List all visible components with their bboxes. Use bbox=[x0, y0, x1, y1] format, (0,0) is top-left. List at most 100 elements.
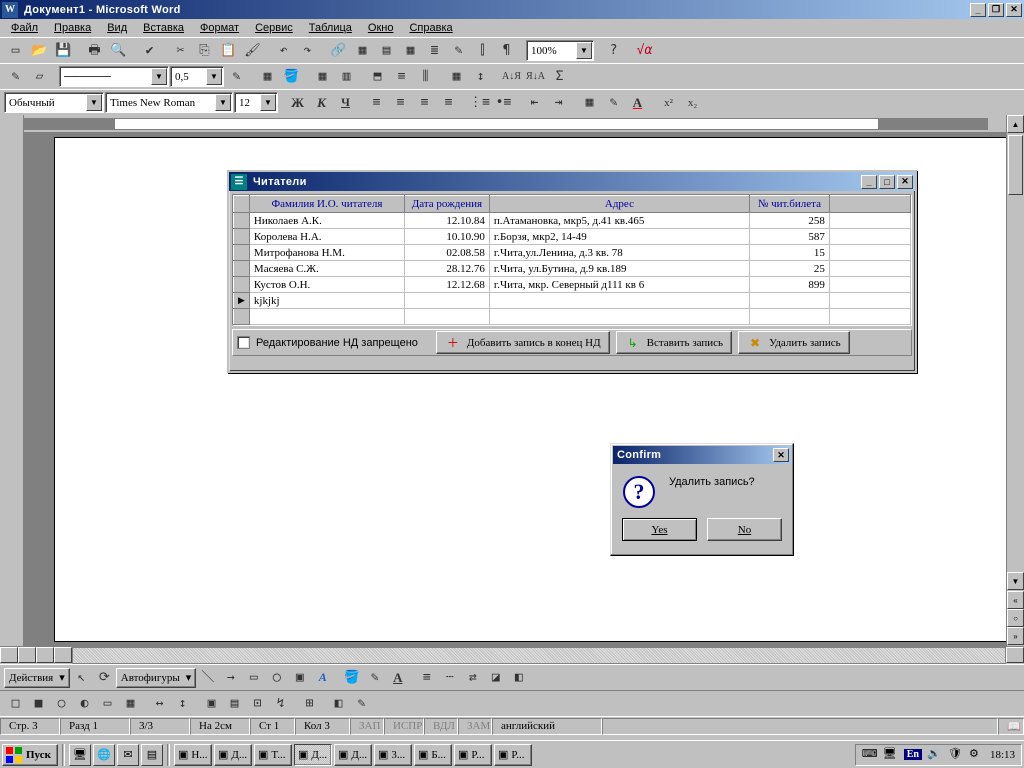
line-weight-combo[interactable]: 0,5▼ bbox=[170, 66, 224, 87]
taskbar-app-button[interactable]: ▣Д... bbox=[294, 744, 332, 766]
minimize-button[interactable]: _ bbox=[970, 3, 986, 17]
fontsize-combo[interactable]: 12▼ bbox=[234, 92, 278, 113]
table-row[interactable]: Митрофанова Н.М.02.08.58г.Чита,ул.Ленина… bbox=[234, 245, 911, 261]
menu-format[interactable]: Формат bbox=[193, 21, 246, 35]
taskbar-app-button[interactable]: ▣Д... bbox=[214, 744, 252, 766]
table-row-empty[interactable] bbox=[234, 309, 911, 325]
justify-icon[interactable]: ≡ bbox=[437, 92, 460, 114]
quicklaunch-icon[interactable]: ✉ bbox=[117, 744, 139, 766]
tray-icon[interactable]: 🔊 bbox=[927, 747, 943, 763]
drawing-actions-button[interactable]: Действия ▾ bbox=[4, 668, 70, 688]
dashstyle-icon[interactable]: ┄ bbox=[438, 667, 461, 689]
indent-icon[interactable]: ⇥ bbox=[547, 92, 570, 114]
new-doc-icon[interactable]: ▭ bbox=[4, 40, 27, 62]
select-objects-icon[interactable]: ↖ bbox=[70, 667, 93, 689]
menu-table[interactable]: Таблица bbox=[302, 21, 359, 35]
table-row[interactable]: Николаев А.К.12.10.84п.Атамановка, мкр5,… bbox=[234, 213, 911, 229]
browse-prev-icon[interactable]: « bbox=[1007, 591, 1024, 609]
lang-indicator[interactable]: En bbox=[904, 749, 922, 760]
extra-icon[interactable]: ▣ bbox=[200, 693, 223, 715]
showall-icon[interactable]: ¶ bbox=[495, 40, 518, 62]
threed-icon[interactable]: ◧ bbox=[507, 667, 530, 689]
preview-icon[interactable]: 🔍 bbox=[107, 40, 130, 62]
merge-cells-icon[interactable]: ▦ bbox=[311, 66, 334, 88]
split-cells-icon[interactable]: ▥ bbox=[335, 66, 358, 88]
font-color-icon[interactable]: A bbox=[626, 92, 649, 114]
sort-asc-icon[interactable]: А↓Я bbox=[500, 66, 523, 88]
readers-grid[interactable]: Фамилия И.О. читателя Дата рождения Адре… bbox=[232, 194, 912, 326]
rotate-icon[interactable]: ⟳ bbox=[93, 667, 116, 689]
col-fio[interactable]: Фамилия И.О. читателя bbox=[249, 196, 404, 213]
autoshapes-button[interactable]: Автофигуры ▾ bbox=[116, 668, 196, 688]
insert-table-icon[interactable]: ▤ bbox=[375, 40, 398, 62]
excel-icon[interactable]: ▦ bbox=[399, 40, 422, 62]
menu-edit[interactable]: Правка bbox=[47, 21, 98, 35]
outline-view-button[interactable] bbox=[54, 647, 72, 663]
readers-minimize-button[interactable]: _ bbox=[861, 175, 877, 189]
fontcolor-icon[interactable]: A bbox=[386, 667, 409, 689]
scroll-up-icon[interactable]: ▲ bbox=[1007, 115, 1024, 133]
save-icon[interactable]: 💾 bbox=[52, 40, 75, 62]
menu-file[interactable]: Файл bbox=[4, 21, 45, 35]
font-combo[interactable]: Times New Roman▼ bbox=[105, 92, 233, 113]
border-color-icon[interactable]: ✎ bbox=[225, 66, 248, 88]
col-dob[interactable]: Дата рождения bbox=[404, 196, 489, 213]
subscript-icon[interactable]: x₂ bbox=[681, 92, 704, 114]
col-card[interactable]: № чит.билета bbox=[749, 196, 829, 213]
status-book-icon[interactable]: 📖 bbox=[998, 718, 1024, 735]
autosum-icon[interactable]: Σ bbox=[548, 66, 571, 88]
normal-view-button[interactable] bbox=[0, 647, 18, 663]
restore-button[interactable]: ❐ bbox=[988, 3, 1004, 17]
menu-window[interactable]: Окно bbox=[361, 21, 401, 35]
italic-icon[interactable]: К bbox=[310, 92, 333, 114]
borders-icon[interactable]: ▦ bbox=[256, 66, 279, 88]
line-icon[interactable]: ＼ bbox=[196, 667, 219, 689]
taskbar-app-button[interactable]: ▣3... bbox=[374, 744, 412, 766]
undo-icon[interactable]: ↶ bbox=[272, 40, 295, 62]
tray-clock[interactable]: 18:13 bbox=[990, 749, 1015, 761]
menu-tools[interactable]: Сервис bbox=[248, 21, 300, 35]
eraser-icon[interactable]: ▱ bbox=[28, 66, 51, 88]
oval-icon[interactable]: ◯ bbox=[265, 667, 288, 689]
outdent-icon[interactable]: ⇤ bbox=[523, 92, 546, 114]
cut-icon[interactable]: ✂ bbox=[169, 40, 192, 62]
superscript-icon[interactable]: x² bbox=[657, 92, 680, 114]
zoom-combo[interactable]: 100%▼ bbox=[526, 40, 594, 61]
confirm-yes-button[interactable]: Yes bbox=[622, 518, 697, 541]
taskbar-app-button[interactable]: ▣Н... bbox=[174, 744, 212, 766]
taskbar-app-button[interactable]: ▣Б... bbox=[414, 744, 452, 766]
underline-icon[interactable]: Ч bbox=[334, 92, 357, 114]
extra-icon[interactable]: ↕ bbox=[171, 693, 194, 715]
menu-insert[interactable]: Вставка bbox=[136, 21, 191, 35]
table-row[interactable]: Кустов О.Н.12.12.68г.Чита, мкр. Северный… bbox=[234, 277, 911, 293]
extra-icon[interactable]: ◐ bbox=[73, 693, 96, 715]
online-view-button[interactable] bbox=[18, 647, 36, 663]
horizontal-scrollbar[interactable] bbox=[72, 647, 1006, 664]
extra-icon[interactable]: ■ bbox=[27, 693, 50, 715]
tray-icon[interactable]: ⌨ bbox=[862, 747, 878, 763]
borders-btn-icon[interactable]: ▦ bbox=[578, 92, 601, 114]
equation-icon[interactable]: √α bbox=[633, 40, 656, 62]
browse-next-icon[interactable]: » bbox=[1007, 627, 1024, 645]
extra-icon[interactable]: □ bbox=[4, 693, 27, 715]
autoformat-icon[interactable]: ▦ bbox=[445, 66, 468, 88]
extra-icon[interactable]: ✎ bbox=[350, 693, 373, 715]
redo-icon[interactable]: ↷ bbox=[296, 40, 319, 62]
formatpainter-icon[interactable]: 🖌 bbox=[241, 40, 264, 62]
wordart-icon[interactable]: A bbox=[311, 667, 334, 689]
print-icon[interactable]: 🖶 bbox=[83, 40, 106, 62]
confirm-no-button[interactable]: No bbox=[707, 518, 782, 541]
linecolor-icon[interactable]: ✎ bbox=[363, 667, 386, 689]
bold-icon[interactable]: Ж bbox=[286, 92, 309, 114]
taskbar-app-button[interactable]: ▣T... bbox=[254, 744, 292, 766]
extra-icon[interactable]: ⊞ bbox=[298, 693, 321, 715]
quicklaunch-icon[interactable]: 🖥 bbox=[69, 744, 91, 766]
hyperlink-icon[interactable]: 🔗 bbox=[327, 40, 350, 62]
paste-icon[interactable]: 📋 bbox=[217, 40, 240, 62]
extra-icon[interactable]: ▦ bbox=[119, 693, 142, 715]
readers-maximize-button[interactable]: □ bbox=[879, 175, 895, 189]
page-view-button[interactable] bbox=[36, 647, 54, 663]
textbox-icon[interactable]: ▣ bbox=[288, 667, 311, 689]
table-row[interactable]: Королева Н.А.10.10.90г.Борзя, мкр2, 14-4… bbox=[234, 229, 911, 245]
drawing-icon[interactable]: ✎ bbox=[447, 40, 470, 62]
